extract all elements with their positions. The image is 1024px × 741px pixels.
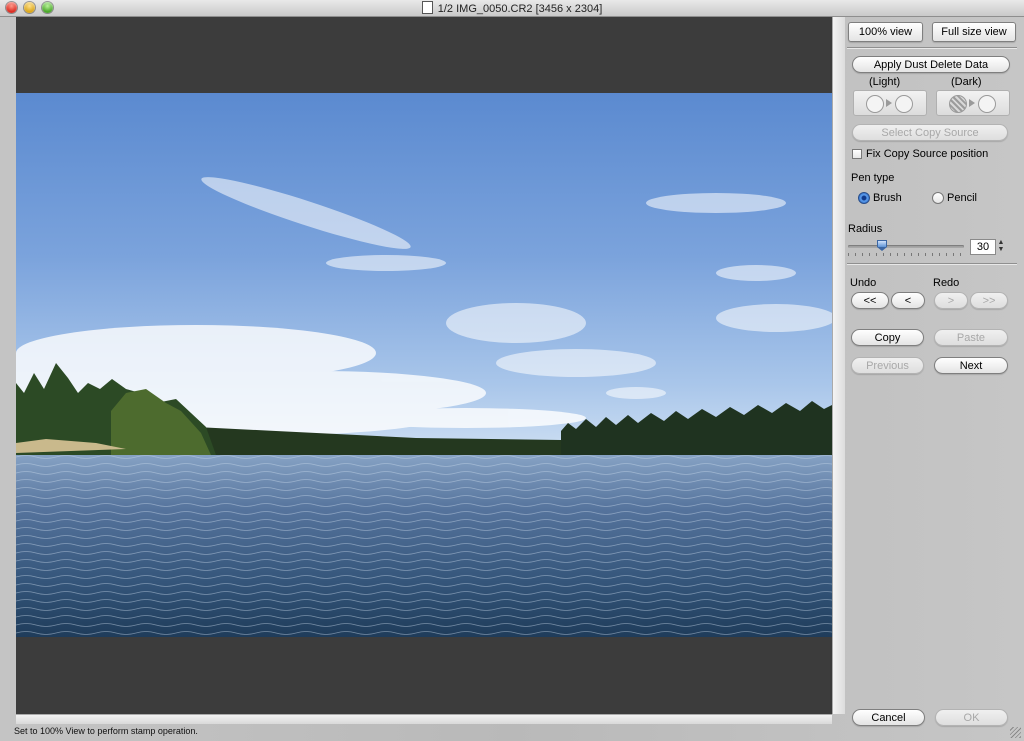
paste-button[interactable]: Paste xyxy=(934,329,1008,346)
window-title: 1/2 IMG_0050.CR2 [3456 x 2304] xyxy=(437,3,603,15)
cancel-button[interactable]: Cancel xyxy=(852,709,925,726)
view-100-button[interactable]: 100% view xyxy=(848,22,923,42)
separator xyxy=(847,47,1017,48)
light-label: (Light) xyxy=(869,76,901,88)
arrow-right-icon xyxy=(969,99,975,107)
apply-dust-delete-button[interactable]: Apply Dust Delete Data xyxy=(852,56,1010,73)
radius-label: Radius xyxy=(848,223,883,235)
pen-brush-radio[interactable] xyxy=(858,192,870,204)
radius-slider-track[interactable] xyxy=(848,245,964,248)
title-bar: 1/2 IMG_0050.CR2 [3456 x 2304] xyxy=(0,0,1024,17)
next-button[interactable]: Next xyxy=(934,357,1008,374)
radius-slider-ticks xyxy=(848,253,964,256)
undo-all-button[interactable]: << xyxy=(851,292,889,309)
undo-button[interactable]: < xyxy=(891,292,925,309)
clean-circle-icon xyxy=(895,95,913,113)
stamp-tool-window: 1/2 IMG_0050.CR2 [3456 x 2304] Set to 10… xyxy=(0,0,1024,741)
pen-type-label: Pen type xyxy=(851,172,895,184)
pen-pencil-radio[interactable] xyxy=(932,192,944,204)
radius-slider-knob[interactable] xyxy=(877,240,887,251)
dust-spot-dark-icon xyxy=(949,95,967,113)
clean-circle-icon xyxy=(978,95,996,113)
vertical-scrollbar[interactable] xyxy=(832,17,845,714)
radius-stepper[interactable]: ▲ ▼ xyxy=(997,239,1005,255)
separator xyxy=(847,263,1017,264)
document-icon xyxy=(421,1,433,14)
control-panel: 100% view Full size view Apply Dust Dele… xyxy=(845,17,1024,741)
photo-preview[interactable] xyxy=(16,93,832,637)
dust-spot-light-icon xyxy=(866,95,884,113)
auto-repair-dark-button[interactable] xyxy=(936,90,1010,116)
redo-all-button[interactable]: >> xyxy=(970,292,1008,309)
ok-button[interactable]: OK xyxy=(935,709,1008,726)
copy-button[interactable]: Copy xyxy=(851,329,924,346)
status-message: Set to 100% View to perform stamp operat… xyxy=(14,726,198,736)
image-viewer[interactable] xyxy=(16,17,832,714)
fix-copy-source-label: Fix Copy Source position xyxy=(866,148,989,160)
previous-button[interactable]: Previous xyxy=(851,357,924,374)
arrow-right-icon xyxy=(886,99,892,107)
pen-brush-label: Brush xyxy=(873,192,902,204)
radius-input[interactable]: 30 xyxy=(970,239,996,255)
horizontal-scrollbar[interactable] xyxy=(16,714,832,724)
resize-grip-icon[interactable] xyxy=(1010,727,1021,738)
undo-label: Undo xyxy=(850,277,877,289)
full-size-view-button[interactable]: Full size view xyxy=(932,22,1016,42)
photo-scenery xyxy=(16,177,832,637)
redo-label: Redo xyxy=(933,277,960,289)
fix-copy-source-checkbox[interactable] xyxy=(852,149,862,159)
window-title-area: 1/2 IMG_0050.CR2 [3456 x 2304] xyxy=(0,1,1024,16)
select-copy-source-button[interactable]: Select Copy Source xyxy=(852,124,1008,141)
auto-repair-light-button[interactable] xyxy=(853,90,927,116)
pen-pencil-label: Pencil xyxy=(947,192,977,204)
redo-button[interactable]: > xyxy=(934,292,968,309)
dark-label: (Dark) xyxy=(951,76,982,88)
